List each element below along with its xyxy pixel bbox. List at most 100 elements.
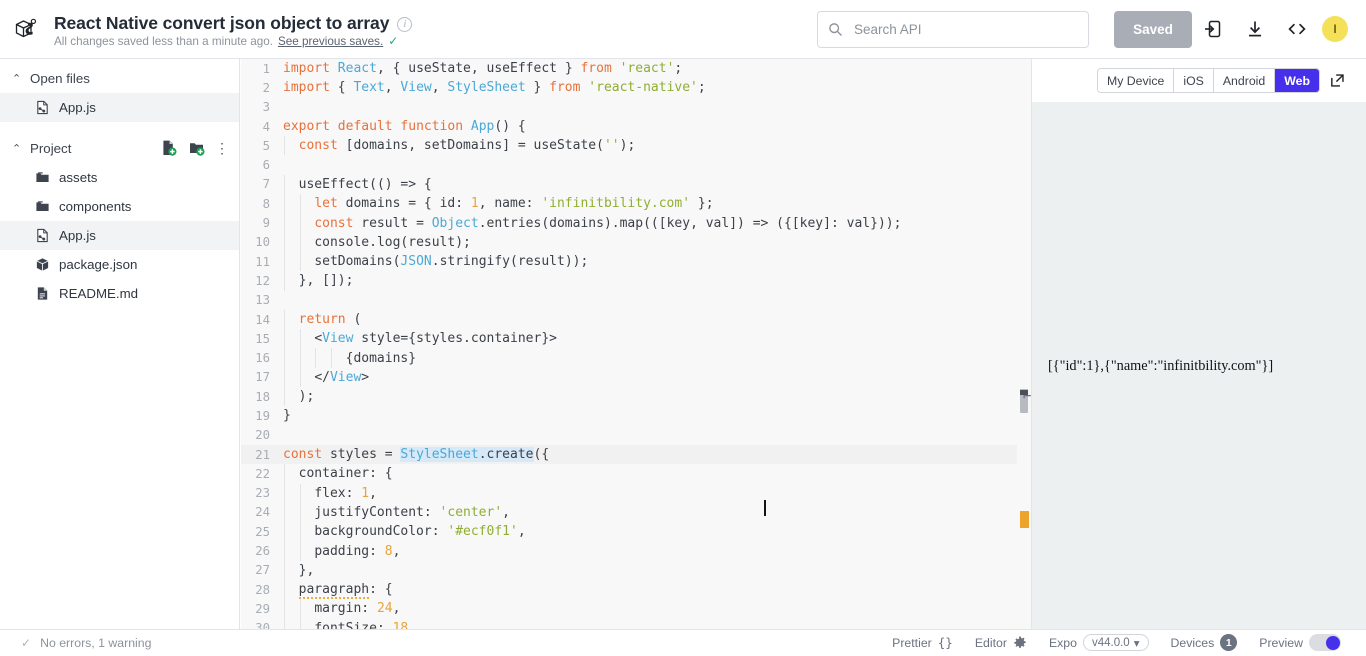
indent-guide (284, 367, 285, 388)
project-item-packagejson[interactable]: package.json (0, 250, 239, 279)
open-external-icon[interactable] (1320, 67, 1354, 95)
code-line[interactable]: 14 return ( (241, 309, 1031, 330)
project-item-components[interactable]: components (0, 192, 239, 221)
indent-guide (299, 348, 301, 368)
header-actions: Saved I (817, 0, 1366, 58)
indent-guide (284, 174, 285, 195)
snack-cube-logo[interactable] (0, 14, 54, 44)
code-line[interactable]: 18 ); (241, 387, 1031, 407)
tab-android[interactable]: Android (1213, 69, 1276, 92)
code-text: import { Text, View, StyleSheet } from '… (283, 80, 706, 96)
code-line[interactable]: 21 const styles = StyleSheet.create({ (241, 444, 1031, 465)
code-line[interactable]: 16 {domains} (241, 348, 1031, 368)
code-line[interactable]: 11 setDomains(JSON.stringify(result)); (241, 251, 1031, 272)
code-line[interactable]: 3 (241, 98, 1031, 117)
embed-code-icon[interactable] (1276, 9, 1318, 49)
code-line[interactable]: 17 </View> (241, 367, 1031, 388)
code-line[interactable]: 2 import { Text, View, StyleSheet } from … (241, 78, 1031, 97)
line-number: 26 (255, 544, 270, 559)
project-item-assets[interactable]: assets (0, 163, 239, 192)
code-line[interactable]: 5 const [domains, setDomains] = useState… (241, 136, 1031, 156)
indent-guide (284, 541, 285, 561)
add-file-icon[interactable] (159, 138, 179, 158)
status-message: No errors, 1 warning (40, 635, 152, 650)
code-editor[interactable]: 1 import React, { useState, useEffect } f… (241, 59, 1031, 629)
download-icon[interactable] (1234, 9, 1276, 49)
code-line[interactable]: 13 (241, 291, 1031, 310)
code-line[interactable]: 10 console.log(result); (241, 232, 1031, 252)
avatar[interactable]: I (1322, 16, 1348, 42)
project-item-readme[interactable]: README.md (0, 279, 239, 308)
code-line[interactable]: 28 paragraph: { (241, 580, 1031, 600)
indent-guide (299, 213, 301, 233)
code-text: console.log(result); (314, 234, 471, 250)
project-section-header[interactable]: ⌃ Project ⋮ (0, 133, 239, 163)
code-text: {domains} (345, 350, 417, 366)
app-header: React Native convert json object to arra… (0, 0, 1366, 59)
indent-guide (299, 541, 301, 561)
code-line[interactable]: 9 const result = Object.entries(domains)… (241, 213, 1031, 233)
code-line[interactable]: 7 useEffect(() => { (241, 174, 1031, 195)
expo-version-selector[interactable]: Expo v44.0.0 ▾ (1038, 630, 1160, 656)
device-import-icon[interactable] (1192, 9, 1234, 49)
code-line[interactable]: 27 }, (241, 560, 1031, 581)
prettier-button[interactable]: Prettier {} (881, 630, 964, 656)
chevron-up-icon: ⌃ (12, 142, 22, 155)
tab-ios[interactable]: iOS (1174, 69, 1214, 92)
open-files-section-header[interactable]: ⌃ Open files (0, 63, 239, 93)
editor-scrollbar[interactable] (1017, 59, 1031, 629)
device-segmented-control[interactable]: My Device iOS Android Web (1096, 68, 1320, 93)
preview-label: Preview (1259, 635, 1303, 650)
code-line[interactable]: 4 export default function App() { (241, 117, 1031, 136)
saved-button[interactable]: Saved (1114, 10, 1192, 48)
folder-icon (34, 199, 50, 215)
code-line[interactable]: 15 <View style={styles.container}> (241, 329, 1031, 349)
code-line[interactable]: 6 (241, 155, 1031, 174)
indent-guide (299, 367, 301, 388)
editor-settings-button[interactable]: Editor (964, 630, 1038, 656)
indent-guide (299, 618, 301, 629)
search-input[interactable] (852, 20, 1078, 38)
preview-toggle-row[interactable]: Preview (1248, 630, 1352, 656)
code-line[interactable]: 23 flex: 1, (241, 483, 1031, 503)
code-line[interactable]: 22 container: { (241, 464, 1031, 484)
code-text: const styles = StyleSheet.create({ (283, 447, 550, 463)
code-line[interactable]: 12 }, []); (241, 271, 1031, 291)
expo-version-pill[interactable]: v44.0.0 ▾ (1082, 634, 1149, 651)
code-line[interactable]: 30 fontSize: 18, (241, 618, 1031, 629)
code-line[interactable]: 25 backgroundColor: '#ecf0f1', (241, 522, 1031, 542)
project-item-appjs[interactable]: App.js (0, 221, 239, 250)
resize-handle-icon[interactable]: ⌐ (1023, 389, 1032, 409)
see-previous-saves-link[interactable]: See previous saves. (278, 35, 383, 48)
line-number: 11 (255, 254, 270, 269)
line-number: 27 (255, 563, 270, 578)
search-box[interactable] (817, 10, 1089, 48)
code-line[interactable]: 26 padding: 8, (241, 541, 1031, 561)
code-lines[interactable]: 1 import React, { useState, useEffect } f… (241, 59, 1031, 629)
open-file-item-appjs[interactable]: App.js (0, 93, 239, 122)
tab-my-device[interactable]: My Device (1097, 69, 1175, 92)
project-label: Project (30, 140, 72, 156)
js-file-icon (34, 228, 50, 244)
kebab-menu-icon[interactable]: ⋮ (215, 141, 229, 155)
prettier-label: Prettier (892, 635, 932, 650)
web-preview-canvas[interactable]: [{"id":1},{"name":"infinitbility.com"}] (1032, 102, 1366, 629)
preview-panel: My Device iOS Android Web [{"id":1},{"na… (1023, 59, 1366, 629)
code-line[interactable]: 8 let domains = { id: 1, name: 'infinitb… (241, 194, 1031, 214)
code-line[interactable]: 1 import React, { useState, useEffect } f… (241, 59, 1031, 78)
warning-marker[interactable] (1020, 511, 1029, 528)
tab-web[interactable]: Web (1275, 69, 1319, 92)
add-folder-icon[interactable] (187, 138, 207, 158)
code-line[interactable]: 24 justifyContent: 'center', (241, 502, 1031, 523)
page-title: React Native convert json object to arra… (54, 12, 390, 33)
code-line[interactable]: 20 (241, 426, 1031, 445)
preview-toggle[interactable] (1309, 634, 1341, 651)
line-number: 30 (255, 621, 270, 629)
line-number: 20 (255, 428, 270, 443)
line-number: 9 (262, 216, 270, 231)
devices-button[interactable]: Devices 1 (1160, 630, 1249, 656)
code-line[interactable]: 29 margin: 24, (241, 599, 1031, 619)
indent-guide (284, 309, 285, 330)
info-icon[interactable]: i (397, 16, 413, 32)
code-line[interactable]: 19} (241, 406, 1031, 425)
